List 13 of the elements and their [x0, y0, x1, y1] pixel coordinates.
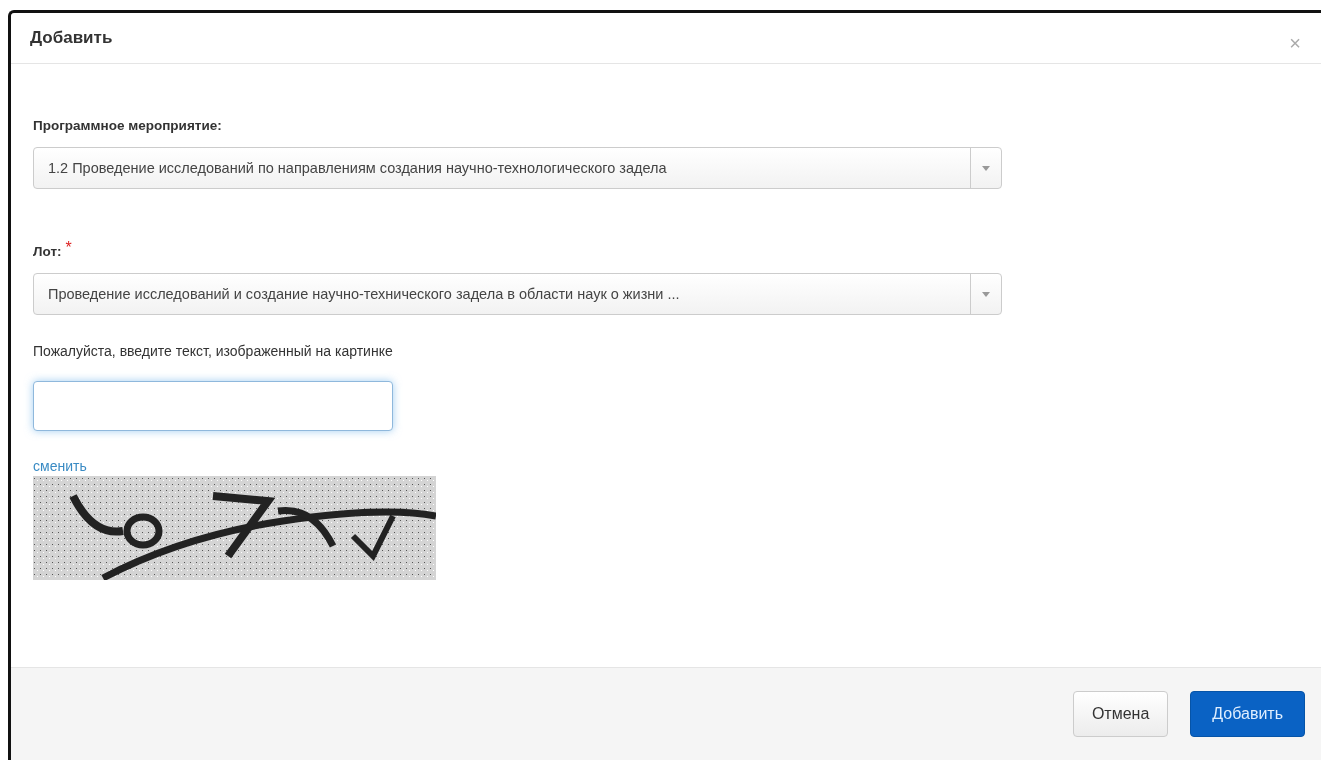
dropdown[interactable]: Проведение исследований и создание научно-технического задела в области наук о жизни ... [33, 273, 1002, 315]
refresh-link[interactable]: сменить [33, 459, 87, 473]
field-label: Лот: [33, 244, 62, 259]
dropdown[interactable]: 1.2 Проведение исследований по направлениям создания научно-технологического задела [33, 147, 1002, 189]
required-mark: * [65, 239, 72, 256]
cancel-button[interactable]: Отмена [1072, 691, 1169, 737]
field-label: Программное мероприятие: [33, 118, 222, 133]
caret-icon [982, 165, 990, 171]
add-button[interactable]: Добавить [1190, 691, 1305, 737]
caret-icon [982, 291, 990, 297]
dialog-title: Добавить [30, 28, 113, 48]
captcha-field[interactable] [33, 381, 393, 431]
captcha-prompt: Пожалуйста, введите текст, изображенный на картинке [33, 343, 394, 359]
